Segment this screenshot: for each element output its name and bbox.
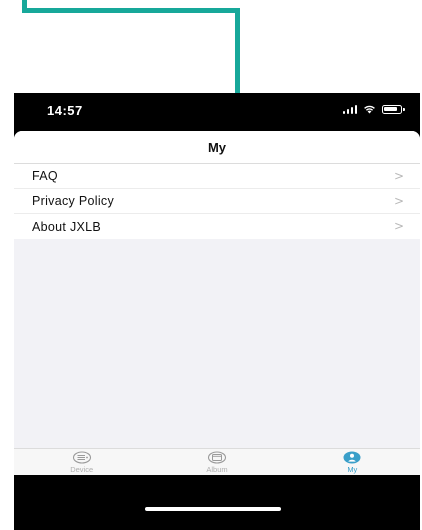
- device-icon: [72, 451, 91, 464]
- tab-label: Device: [70, 465, 94, 474]
- page-title: My: [207, 139, 227, 155]
- signal-icon: [342, 104, 357, 114]
- screenshot-canvas: 14:57 My FAQ > Privacy Policy > About JX…: [0, 0, 422, 530]
- album-icon: [207, 451, 227, 464]
- tab-my[interactable]: My: [285, 449, 420, 475]
- menu-item-label: Privacy Policy: [32, 194, 114, 208]
- tab-label: My: [347, 465, 358, 474]
- battery-icon: [382, 104, 405, 114]
- chevron-right-icon: >: [393, 194, 404, 208]
- app-window: My FAQ > Privacy Policy > About JXLB > D…: [14, 131, 420, 475]
- phone-screen: 14:57 My FAQ > Privacy Policy > About JX…: [14, 93, 420, 530]
- annotation-line-horizontal: [22, 8, 240, 13]
- status-icons: [342, 104, 405, 114]
- menu-item-about[interactable]: About JXLB >: [14, 214, 420, 239]
- status-time: 14:57: [47, 103, 83, 118]
- menu-item-label: FAQ: [32, 169, 58, 183]
- chevron-right-icon: >: [393, 169, 404, 183]
- user-icon: [343, 451, 361, 464]
- tab-bar: Device Album My: [14, 448, 420, 475]
- chevron-right-icon: >: [393, 219, 404, 233]
- menu-item-label: About JXLB: [32, 219, 102, 234]
- menu-item-privacy-policy[interactable]: Privacy Policy >: [14, 189, 420, 214]
- home-indicator[interactable]: [145, 507, 281, 511]
- tab-album[interactable]: Album: [149, 449, 284, 475]
- status-bar: 14:57: [14, 93, 420, 131]
- wifi-icon: [364, 105, 375, 114]
- settings-menu-list: FAQ > Privacy Policy > About JXLB >: [14, 164, 420, 239]
- navigation-bar: My: [14, 131, 420, 164]
- menu-item-faq[interactable]: FAQ >: [14, 164, 420, 189]
- tab-label: Album: [206, 465, 228, 474]
- tab-device[interactable]: Device: [14, 449, 149, 475]
